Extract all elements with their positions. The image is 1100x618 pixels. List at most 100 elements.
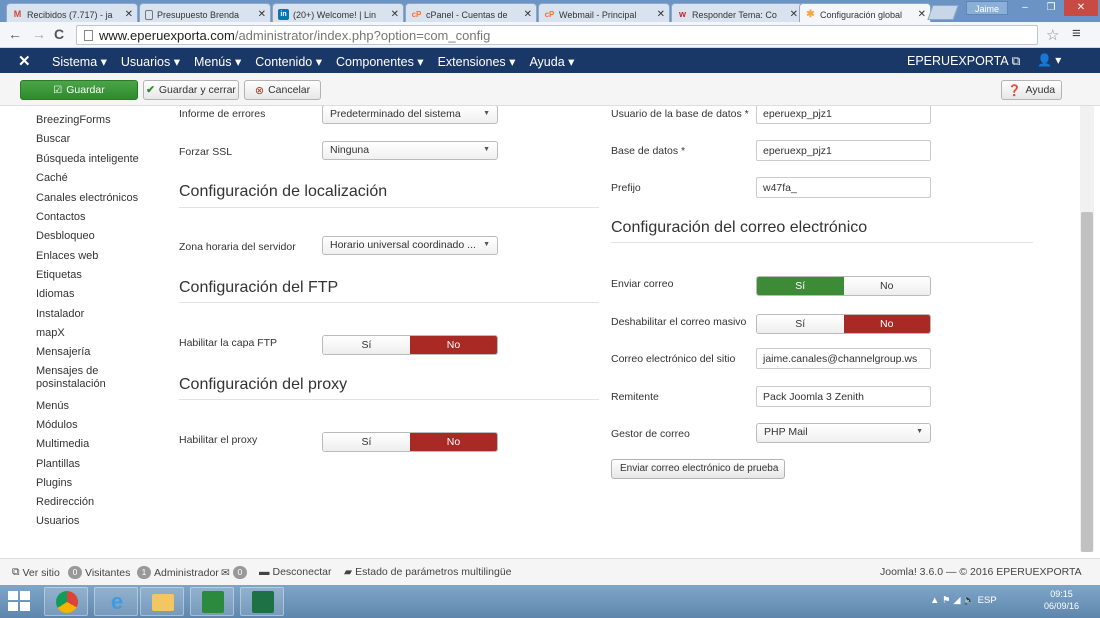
db-name-input[interactable]: eperuexp_pjz1 (756, 140, 931, 161)
mass-mail-toggle[interactable]: Sí No (756, 314, 931, 334)
browser-tab[interactable]: Presupuesto Brenda ✕ (139, 3, 271, 22)
db-prefix-input[interactable]: w47fa_ (756, 177, 931, 198)
site-email-input[interactable]: jaime.canales@channelgroup.ws (756, 348, 931, 369)
browser-tab[interactable]: w Responder Tema: Co ✕ (671, 3, 803, 22)
site-link[interactable]: EPERUEXPORTA ⧉ (907, 54, 1020, 69)
minimize-icon[interactable]: – (1012, 0, 1038, 16)
send-test-email-button[interactable]: Enviar correo electrónico de prueba (611, 459, 785, 479)
send-mail-no-option[interactable]: No (843, 277, 930, 295)
close-tab-icon[interactable]: ✕ (391, 9, 399, 20)
cancel-button[interactable]: ⊗ Cancelar (244, 80, 321, 100)
logout-link[interactable]: ▬ Desconectar (259, 566, 331, 578)
browser-tab[interactable]: M Recibidos (7.717) - ja ✕ (6, 3, 138, 22)
browser-menu-icon[interactable]: ≡ (1072, 25, 1081, 42)
network-icon[interactable]: ◢ (953, 595, 960, 606)
sidebar-item-buscar[interactable]: Buscar (36, 133, 70, 146)
sidebar-item-cache[interactable]: Caché (36, 172, 68, 185)
proxy-yes-option[interactable]: Sí (323, 433, 410, 451)
volume-icon[interactable]: 🔈 (963, 595, 975, 606)
sidebar-item-enlaces-web[interactable]: Enlaces web (36, 250, 98, 263)
sidebar-item-contactos[interactable]: Contactos (36, 211, 86, 224)
ftp-yes-option[interactable]: Sí (323, 336, 410, 354)
save-close-button[interactable]: ✔ Guardar y cerrar (143, 80, 239, 100)
menu-sistema[interactable]: Sistema ▾ (52, 54, 107, 69)
help-button[interactable]: ❓ Ayuda (1001, 80, 1062, 100)
sidebar-item-mensajes-posinstalacion[interactable]: Mensajes de posinstalación (36, 365, 106, 391)
menu-componentes[interactable]: Componentes ▾ (336, 54, 424, 69)
page-scrollbar-thumb[interactable] (1081, 212, 1093, 552)
ie-taskbar-icon[interactable]: e (94, 587, 138, 616)
sidebar-item-mensajeria[interactable]: Mensajería (36, 346, 90, 359)
close-tab-icon[interactable]: ✕ (125, 9, 133, 20)
menu-extensiones[interactable]: Extensiones ▾ (438, 54, 516, 69)
browser-tab-active[interactable]: ✱ Configuración global ✕ (799, 3, 931, 22)
close-tab-icon[interactable]: ✕ (258, 9, 266, 20)
browser-tab[interactable]: cP cPanel - Cuentas de ✕ (405, 3, 537, 22)
sidebar-item-mapx[interactable]: mapX (36, 327, 65, 340)
menu-ayuda[interactable]: Ayuda ▾ (529, 54, 574, 69)
flag-icon[interactable]: ⚑ (942, 595, 951, 606)
sidebar-item-plugins[interactable]: Plugins (36, 477, 72, 490)
user-menu[interactable]: 👤 ▾ (1037, 53, 1061, 67)
close-tab-icon[interactable]: ✕ (524, 9, 532, 20)
sidebar-item-breezingforms[interactable]: BreezingForms (36, 114, 111, 127)
menu-usuarios[interactable]: Usuarios ▾ (121, 54, 180, 69)
error-reporting-select[interactable]: Predeterminado del sistema ▼ (322, 106, 498, 124)
close-tab-icon[interactable]: ✕ (790, 9, 798, 20)
joomla-logo-icon[interactable]: ✕ (18, 52, 31, 70)
sidebar-item-usuarios[interactable]: Usuarios (36, 515, 79, 528)
sidebar-item-redireccion[interactable]: Redirección (36, 496, 94, 509)
sidebar-item-idiomas[interactable]: Idiomas (36, 288, 75, 301)
maximize-icon[interactable]: ❐ (1038, 0, 1064, 16)
sidebar-item-etiquetas[interactable]: Etiquetas (36, 269, 82, 282)
timezone-select[interactable]: Horario universal coordinado ... ▼ (322, 236, 498, 255)
clock[interactable]: 09:15 06/09/16 (1044, 588, 1079, 612)
windows-start-icon[interactable] (8, 591, 32, 611)
mail-heading: Configuración del correo electrónico (611, 219, 868, 236)
ftp-no-option[interactable]: No (410, 336, 497, 354)
new-tab-button[interactable] (927, 5, 959, 20)
force-ssl-select[interactable]: Ninguna ▼ (322, 141, 498, 160)
save-button[interactable]: ☑ Guardar (20, 80, 138, 100)
mass-mail-yes-option[interactable]: Sí (757, 315, 844, 333)
db-user-input[interactable]: eperuexp_pjz1 (756, 106, 931, 124)
browser-tab[interactable]: in (20+) Welcome! | Lin ✕ (272, 3, 404, 22)
window-close-icon[interactable]: ✕ (1064, 0, 1098, 16)
sender-input[interactable]: Pack Joomla 3 Zenith (756, 386, 931, 407)
reload-icon[interactable]: C (54, 26, 64, 42)
multilang-status-link[interactable]: ▰ Estado de parámetros multilingüe (344, 566, 512, 578)
sidebar-item-menus[interactable]: Menús (36, 400, 69, 413)
sidebar-item-desbloqueo[interactable]: Desbloqueo (36, 230, 95, 243)
ftp-enable-toggle[interactable]: Sí No (322, 335, 498, 355)
mailer-select[interactable]: PHP Mail ▼ (756, 423, 931, 443)
menu-contenido[interactable]: Contenido ▾ (255, 54, 322, 69)
chrome-taskbar-icon[interactable] (44, 587, 88, 616)
sidebar-item-modulos[interactable]: Módulos (36, 419, 78, 432)
close-tab-icon[interactable]: ✕ (657, 9, 665, 20)
sidebar-item-busqueda-inteligente[interactable]: Búsqueda inteligente (36, 153, 139, 166)
language-indicator[interactable]: ESP (978, 595, 997, 606)
close-tab-icon[interactable]: ✕ (918, 9, 926, 20)
sidebar-item-instalador[interactable]: Instalador (36, 308, 84, 321)
send-mail-toggle[interactable]: Sí No (756, 276, 931, 296)
forward-arrow-icon[interactable]: → (32, 26, 46, 42)
url-input[interactable]: www.eperuexporta.com/administrator/index… (76, 25, 1038, 45)
mass-mail-no-option[interactable]: No (843, 315, 930, 333)
sidebar-item-multimedia[interactable]: Multimedia (36, 438, 89, 451)
bookmark-star-icon[interactable]: ☆ (1046, 26, 1059, 44)
send-mail-yes-option[interactable]: Sí (757, 277, 844, 295)
browser-user-chip[interactable]: Jaime (966, 1, 1008, 15)
menu-menus[interactable]: Menús ▾ (194, 54, 241, 69)
tray-up-arrow-icon[interactable]: ▲ (930, 595, 939, 606)
messages-status[interactable]: ✉ 0 (221, 566, 247, 579)
store-taskbar-icon[interactable] (190, 587, 234, 616)
view-site-link[interactable]: ⧉ Ver sitio (12, 566, 60, 579)
back-arrow-icon[interactable]: ← (8, 26, 22, 42)
excel-taskbar-icon[interactable] (240, 587, 284, 616)
proxy-enable-toggle[interactable]: Sí No (322, 432, 498, 452)
proxy-no-option[interactable]: No (410, 433, 497, 451)
sidebar-item-canales[interactable]: Canales electrónicos (36, 192, 138, 205)
browser-tab[interactable]: cP Webmail - Principal ✕ (538, 3, 670, 22)
explorer-taskbar-icon[interactable] (140, 587, 184, 616)
sidebar-item-plantillas[interactable]: Plantillas (36, 458, 80, 471)
